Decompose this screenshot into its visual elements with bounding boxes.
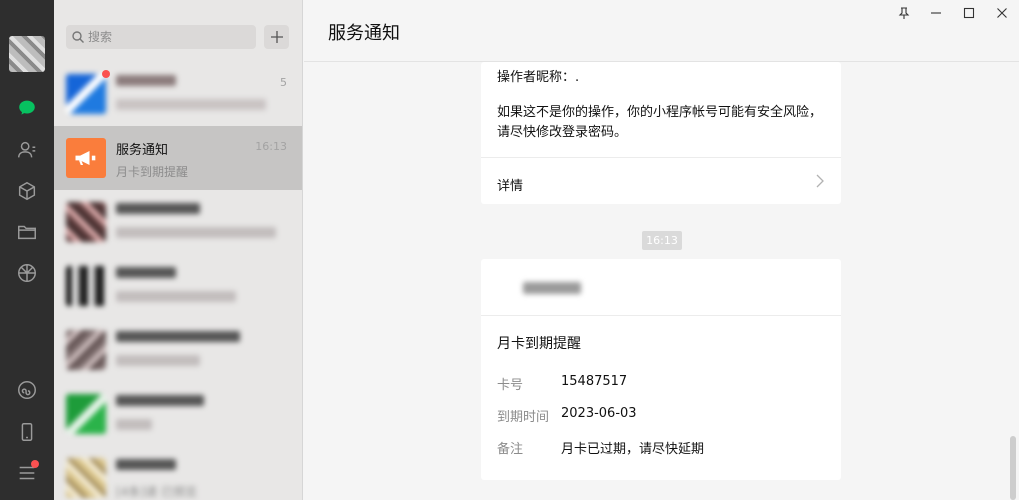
user-avatar[interactable]: [9, 36, 45, 72]
chat-name: [116, 331, 246, 346]
mini-program-icon[interactable]: [15, 179, 39, 203]
nav-rail: [0, 0, 54, 500]
chat-name: 服务通知: [116, 143, 169, 158]
close-icon[interactable]: [992, 4, 1012, 22]
chat-item[interactable]: [54, 318, 302, 382]
scrollbar[interactable]: [1010, 436, 1016, 500]
mini-program-panel-icon[interactable]: [15, 378, 39, 402]
notification-card: 操作者昵称：. 如果这不是你的操作，你的小程序帐号可能有安全风险，请尽快修改登录…: [481, 62, 841, 204]
chat-preview: [116, 419, 286, 433]
row-label: 卡号: [497, 378, 524, 393]
search-icon: [72, 31, 84, 43]
chat-name: [116, 459, 246, 474]
maximize-icon[interactable]: [959, 4, 979, 22]
chat-name: [116, 395, 246, 410]
chat-name: [116, 75, 246, 90]
chat-avatar: [66, 74, 106, 114]
chat-avatar: [66, 138, 106, 178]
divider: [481, 315, 841, 316]
chat-name: [116, 203, 246, 218]
security-warning: 如果这不是你的操作，你的小程序帐号可能有安全风险，请尽快修改登录密码。: [497, 105, 823, 140]
chat-preview: [116, 291, 286, 305]
chat-avatar: [66, 202, 106, 242]
chat-avatar: [66, 394, 106, 434]
chat-item[interactable]: [4条]请 已预览: [54, 446, 302, 500]
chat-window: 服务通知 操作者昵称：. 如果这不是你的操作，你的小程序帐号可能有安全风险，请尽…: [304, 0, 1019, 500]
chat-preview: [4条]请 已预览: [116, 485, 197, 499]
minimize-icon[interactable]: [926, 4, 946, 22]
contacts-icon[interactable]: [15, 138, 39, 162]
plus-icon: [270, 31, 283, 43]
row-label: 备注: [497, 442, 524, 457]
phone-icon[interactable]: [15, 420, 39, 444]
detail-link[interactable]: 详情: [497, 175, 523, 194]
add-button[interactable]: [264, 25, 289, 49]
megaphone-icon: [75, 151, 96, 165]
chat-item[interactable]: [54, 254, 302, 318]
chat-title: 服务通知: [328, 23, 400, 44]
chat-name: [116, 267, 246, 282]
chat-item[interactable]: 5: [54, 62, 302, 126]
chat-icon[interactable]: [15, 96, 39, 120]
row-value: 月卡已过期，请尽快延期: [561, 442, 705, 457]
conversation-list: 5 服务通知 月卡到期提醒 16:13 [4条]请 已预览: [54, 0, 303, 500]
chat-time: 5: [280, 76, 287, 89]
card-title: 月卡到期提醒: [497, 336, 581, 352]
chat-avatar: [66, 458, 106, 498]
chevron-right-icon: [816, 174, 824, 188]
chat-item-service-notification[interactable]: 服务通知 月卡到期提醒 16:13: [54, 126, 302, 190]
unread-badge: [102, 70, 110, 78]
divider: [481, 157, 841, 158]
search-input[interactable]: [88, 25, 253, 49]
time-badge: 16:13: [642, 231, 682, 250]
chat-preview: [116, 99, 286, 113]
moments-icon[interactable]: [15, 261, 39, 285]
search-box[interactable]: [66, 25, 256, 49]
chat-preview: 月卡到期提醒: [116, 165, 189, 179]
chat-item[interactable]: [54, 382, 302, 446]
folder-icon[interactable]: [15, 220, 39, 244]
row-label: 到期时间: [497, 410, 550, 425]
chat-header: 服务通知: [304, 0, 1019, 62]
chat-preview: [116, 227, 286, 241]
row-value: 15487517: [561, 374, 628, 389]
notification-card: 月卡到期提醒 卡号 15487517 到期时间 2023-06-03 备注 月卡…: [481, 259, 841, 480]
chat-avatar: [66, 330, 106, 370]
chat-avatar: [66, 266, 106, 306]
chat-time: 16:13: [255, 140, 287, 153]
row-value: 2023-06-03: [561, 406, 637, 421]
chat-item[interactable]: [54, 190, 302, 254]
chat-preview: [116, 355, 286, 369]
pin-icon[interactable]: [894, 4, 914, 22]
sender-name: [523, 279, 603, 297]
operator-line: 操作者昵称：.: [497, 70, 580, 85]
menu-badge: [31, 460, 39, 468]
